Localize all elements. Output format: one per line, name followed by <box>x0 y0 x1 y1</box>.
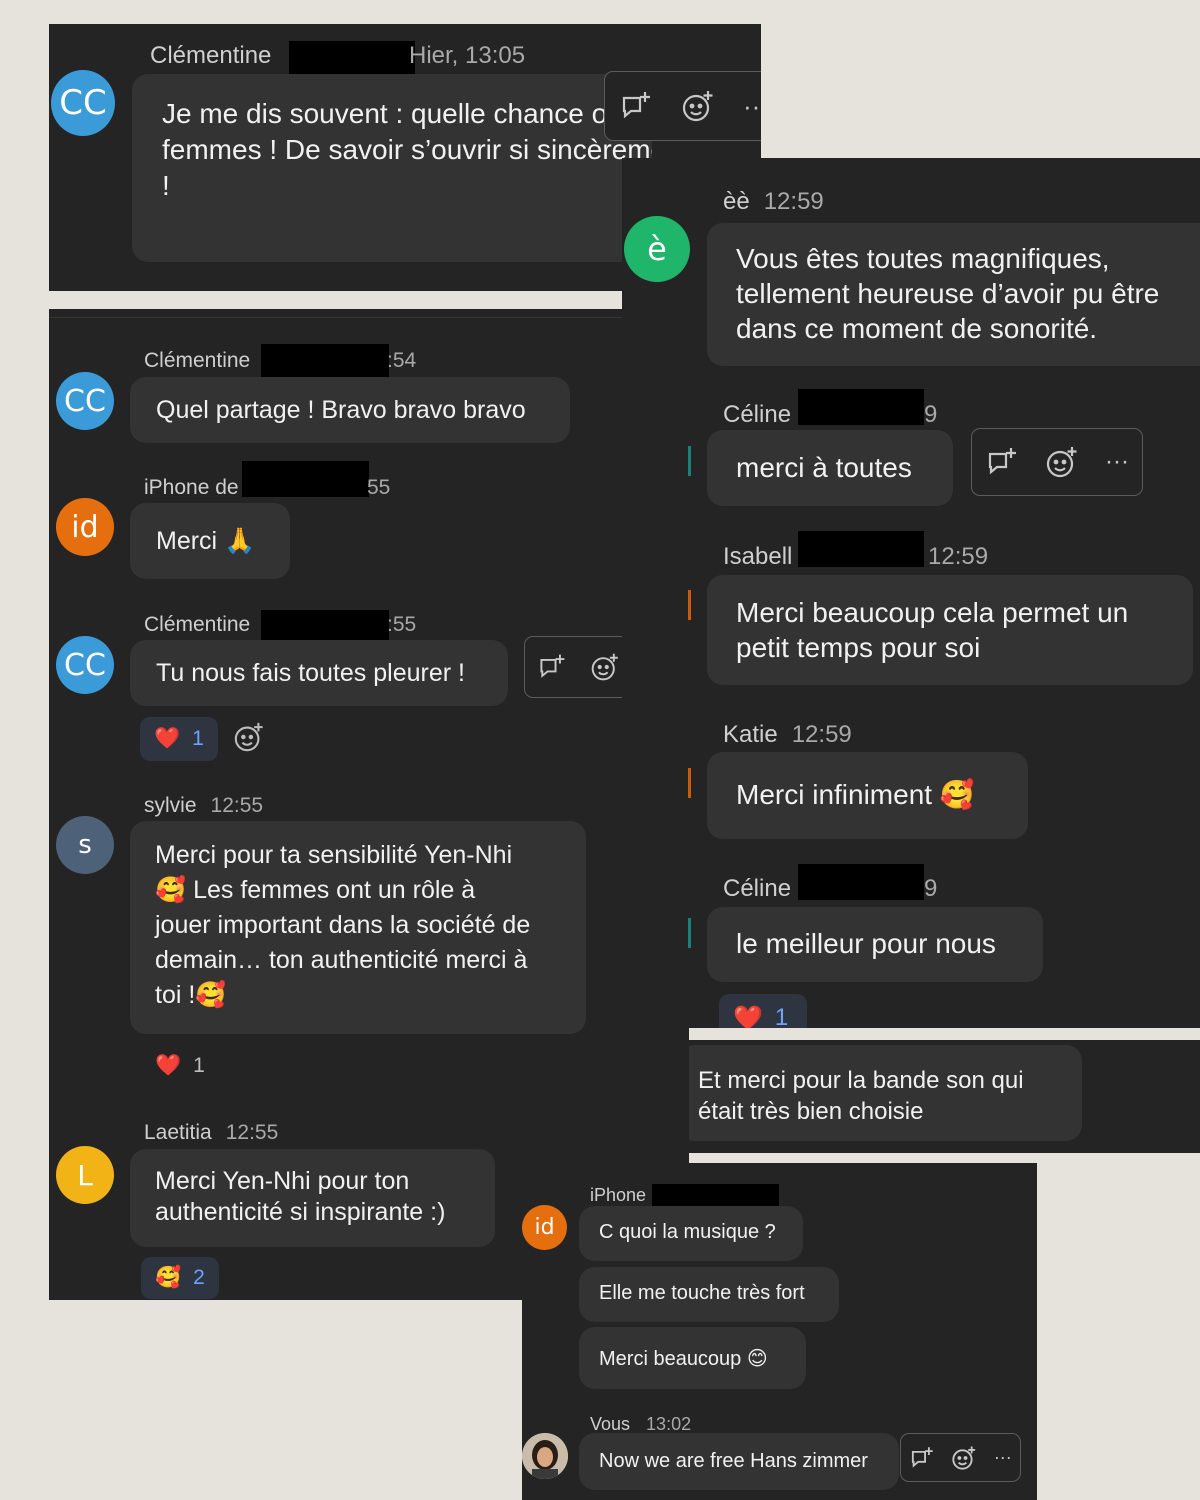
message-bubble[interactable]: Elle me touche très fort <box>579 1267 839 1322</box>
avatar: id <box>522 1205 567 1250</box>
more-options-icon[interactable]: ··· <box>743 91 761 122</box>
chat-panel-snippet: Et merci pour la bande son qui était trè… <box>689 1040 1200 1153</box>
chat-panel-right: è èè 12:59 Vous êtes toutes magnifiques, … <box>622 158 1200 1028</box>
more-options-icon[interactable]: ··· <box>994 1447 1012 1468</box>
red-heart-emoji: ❤️ <box>733 1004 763 1029</box>
sender-name: sylvie 12:55 <box>144 794 264 817</box>
sender-name: Laetitia 12:55 <box>144 1121 279 1144</box>
sender-name: iPhone <box>590 1185 647 1205</box>
add-reaction-icon[interactable] <box>951 1445 977 1471</box>
thread-marker <box>688 768 691 798</box>
avatar: CC <box>56 636 114 694</box>
reply-thread-icon[interactable] <box>537 652 567 682</box>
message-actions-toolbar: ··· <box>900 1433 1021 1482</box>
sender-name: èè 12:59 <box>723 188 824 215</box>
redaction-bar <box>798 531 924 567</box>
message-timestamp: 55 <box>367 476 391 499</box>
message-bubble[interactable]: Vous êtes toutes magnifiques, tellement … <box>707 223 1200 366</box>
divider <box>49 317 689 318</box>
message-bubble[interactable]: Merci 🙏 <box>130 503 290 579</box>
redaction-bar <box>289 41 415 77</box>
more-options-icon[interactable]: ··· <box>1105 448 1129 476</box>
message-timestamp: 9 <box>924 875 938 902</box>
red-heart-emoji: ❤️ <box>155 1054 182 1077</box>
sender-name: Clémentine <box>144 613 251 636</box>
message-bubble[interactable]: Merci Yen-Nhi pour ton authenticité si i… <box>130 1149 495 1247</box>
add-reaction-icon[interactable] <box>590 652 620 682</box>
message-timestamp: :55 <box>387 613 417 636</box>
message-timestamp: Hier, 13:05 <box>409 42 526 69</box>
message-bubble[interactable]: le meilleur pour nous <box>707 907 1043 982</box>
message-timestamp: 9 <box>924 401 938 428</box>
message-bubble[interactable]: Merci infiniment 🥰 <box>707 752 1028 839</box>
reaction-pill[interactable]: ❤️ 1 <box>719 994 807 1028</box>
add-reaction-icon[interactable] <box>233 721 265 758</box>
sender-name: Clémentine <box>150 42 272 69</box>
red-heart-emoji: ❤️ <box>154 727 181 750</box>
thread-marker <box>688 590 691 620</box>
redaction-bar <box>798 389 924 425</box>
avatar: L <box>56 1146 114 1204</box>
sender-name: Katie 12:59 <box>723 721 852 748</box>
chat-panel-bottom: id iPhone C quoi la musique ? Elle me to… <box>522 1163 1037 1500</box>
message-bubble[interactable]: Tu nous fais toutes pleurer ! <box>130 640 508 706</box>
message-bubble[interactable]: Et merci pour la bande son qui était trè… <box>689 1045 1082 1141</box>
add-reaction-icon[interactable] <box>1045 445 1079 479</box>
message-actions-toolbar: ··· <box>971 428 1143 496</box>
sender-name: Céline <box>723 875 792 902</box>
reaction-pill[interactable]: ❤️ 1 <box>141 1044 219 1088</box>
reaction-count: 1 <box>774 1004 789 1028</box>
smiling-face-with-hearts-emoji: 🥰 <box>155 1266 182 1289</box>
reaction-count: 1 <box>192 727 204 750</box>
reply-thread-icon[interactable] <box>985 445 1019 479</box>
message-bubble[interactable]: Quel partage ! Bravo bravo bravo <box>130 377 570 443</box>
thread-marker <box>688 446 691 476</box>
reply-thread-icon[interactable] <box>619 89 653 123</box>
message-bubble[interactable]: merci à toutes <box>707 430 953 506</box>
sender-name: Vous 13:02 <box>590 1414 692 1434</box>
avatar: s <box>56 816 114 874</box>
message-bubble[interactable]: C quoi la musique ? <box>579 1206 803 1261</box>
avatar: è <box>624 216 690 282</box>
thread-marker <box>688 918 691 948</box>
message-timestamp: 12:59 <box>928 543 989 570</box>
message-bubble[interactable]: Now we are free Hans zimmer <box>579 1433 899 1490</box>
reaction-pill[interactable]: ❤️ 1 <box>140 717 218 761</box>
reaction-count: 1 <box>193 1054 205 1077</box>
redaction-bar <box>242 461 369 497</box>
message-actions-toolbar: ··· <box>604 71 761 141</box>
avatar: CC <box>51 70 115 136</box>
redaction-bar <box>798 864 924 900</box>
message-bubble[interactable]: Merci beaucoup cela permet un petit temp… <box>707 575 1193 685</box>
message-bubble[interactable]: Merci beaucoup 😊 <box>579 1327 806 1389</box>
redaction-bar <box>261 344 389 380</box>
avatar: id <box>56 498 114 556</box>
reply-thread-icon[interactable] <box>909 1445 935 1471</box>
message-bubble[interactable]: Merci pour ta sensibilité Yen-Nhi 🥰 Les … <box>130 821 586 1034</box>
reaction-count: 2 <box>193 1266 205 1289</box>
sender-name: iPhone de <box>144 476 239 499</box>
chat-panel-left: CC Clémentine :54 Quel partage ! Bravo b… <box>49 309 689 1300</box>
add-reaction-icon[interactable] <box>681 89 715 123</box>
sender-name: Clémentine <box>144 349 251 372</box>
sender-name: Céline <box>723 401 792 428</box>
reaction-pill[interactable]: 🥰 2 <box>141 1257 219 1299</box>
avatar: CC <box>56 372 114 430</box>
sender-name: Isabell <box>723 543 793 570</box>
message-bubble[interactable]: Je me dis souvent : quelle chance on a d… <box>132 74 652 262</box>
avatar <box>522 1433 568 1479</box>
message-timestamp: :54 <box>387 349 417 372</box>
